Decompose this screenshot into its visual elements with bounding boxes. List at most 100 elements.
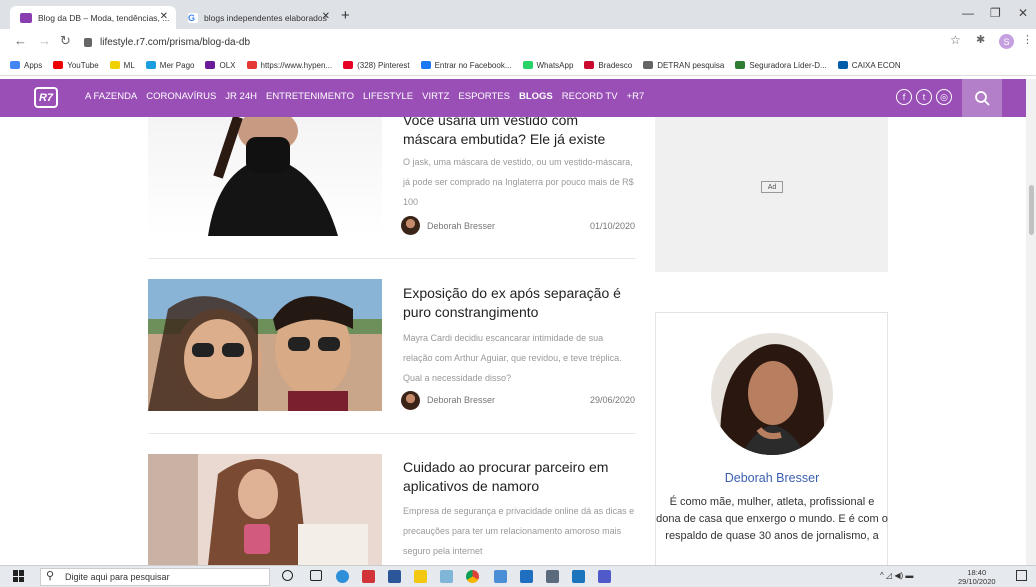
bookmark-item[interactable]: Apps [10,61,42,70]
author-avatar [401,216,420,235]
task-view-icon[interactable] [310,570,322,581]
nav-item[interactable]: A FAZENDA [85,91,137,102]
menu-kebab-icon[interactable]: ⋮ [1022,33,1033,46]
post-thumbnail-mask-dress[interactable] [148,117,382,236]
bookmark-label: CAIXA ECON [851,60,901,70]
teams-icon[interactable] [598,570,611,583]
post-thumbnail-dating-app[interactable] [148,454,382,565]
post-title[interactable]: Exposição do ex após separação é puro co… [403,284,633,322]
bookmark-item[interactable]: OLX [205,61,236,70]
taskbar-search-input[interactable]: Digite aqui para pesquisar [40,568,270,586]
post-author[interactable]: Deborah Bresser [427,221,495,231]
edge-icon[interactable] [336,570,349,583]
page-scrollbar[interactable] [1026,79,1036,565]
paint-icon[interactable] [440,570,453,583]
nav-item[interactable]: JR 24H [225,91,257,102]
address-bar[interactable]: lifestyle.r7.com/prisma/blog-da-db [84,32,934,52]
cortana-icon[interactable] [282,570,293,581]
taskbar-search-text: Digite aqui para pesquisar [65,572,170,582]
close-tab-icon[interactable]: ✕ [322,11,330,22]
site-header: R7 A FAZENDA CORONAVÍRUS JR 24H ENTRETENIME… [0,79,1036,117]
url-text: lifestyle.r7.com/prisma/blog-da-db [100,36,251,48]
close-window-button[interactable]: ✕ [1018,6,1028,20]
windows-taskbar: Digite aqui para pesquisar ⚲ ^ ◿ ◀) ▬ 18… [0,565,1036,587]
profile-avatar[interactable]: S [999,34,1014,49]
nav-item[interactable]: +R7 [627,91,645,102]
scrollbar-thumb[interactable] [1029,185,1034,235]
lock-icon [84,37,92,47]
forward-icon[interactable]: → [38,33,51,48]
post-title[interactable]: Você usaria um vestido com máscara embut… [403,117,633,149]
bookmark-label: DETRAN pesquisa [657,60,725,70]
bookmark-item[interactable]: https://www.hypen... [246,61,332,70]
bookmark-item[interactable]: Seguradora Líder-D... [735,61,827,70]
post-author[interactable]: Deborah Bresser [427,395,495,405]
nav-item[interactable]: CORONAVÍRUS [146,91,216,102]
notifications-icon[interactable] [1016,570,1027,581]
clock-date: 29/10/2020 [958,577,996,586]
post-divider [148,258,636,259]
nav-item[interactable]: ESPORTES [458,91,510,102]
bookmark-star-icon[interactable]: ☆ [950,33,961,47]
extensions-icon[interactable]: ✱ [976,33,985,46]
bookmarks-bar: Apps YouTube ML Mer Pago OLX https://www.hype… [0,55,1036,76]
nav-item[interactable]: ENTRETENIMENTO [266,91,354,102]
back-icon[interactable]: ← [14,33,27,48]
bookmark-favicon-icon [420,61,431,69]
windows-start-icon[interactable] [13,570,25,582]
bookmark-label: Bradesco [598,60,633,70]
r7-logo[interactable]: R7 [34,87,58,108]
system-tray-icons[interactable]: ^ ◿ ◀) ▬ [880,571,913,580]
bookmark-item[interactable]: CAIXA ECON [837,60,901,70]
post-excerpt: Empresa de segurança e privacidade onlin… [403,506,635,556]
new-tab-button[interactable]: + [341,7,350,24]
mail-icon[interactable] [520,570,533,583]
bookmark-item[interactable]: Mer Pago [145,61,194,70]
maximize-window-button[interactable]: ❐ [990,6,1001,20]
post-thumbnail-couple[interactable] [148,279,382,411]
reload-icon[interactable]: ↻ [60,33,71,49]
post-date: 29/06/2020 [589,395,635,405]
bookmark-item[interactable]: (328) Pinterest [343,61,410,70]
post-image [208,117,338,236]
bookmark-favicon-icon [522,61,533,69]
tab-label: Blog da DB – Moda, tendências, ... [38,12,170,23]
bookmark-favicon-icon [246,61,257,69]
search-button[interactable] [962,79,1002,117]
bookmark-favicon-icon [643,61,654,69]
nav-item[interactable]: LIFESTYLE [363,91,413,102]
close-tab-icon[interactable]: ✕ [160,11,168,22]
tab-google-search[interactable]: G blogs independentes elaborados ✕ [178,6,338,29]
chrome-icon[interactable] [466,570,479,583]
author-name[interactable]: Deborah Bresser [656,471,888,485]
browser-toolbar: ← → ↻ lifestyle.r7.com/prisma/blog-da-db… [0,29,1036,55]
bookmark-item[interactable]: YouTube [53,61,99,70]
post-divider [148,433,636,434]
bookmark-item[interactable]: DETRAN pesquisa [643,61,724,70]
tab-label: blogs independentes elaborados [204,12,327,23]
store-icon[interactable] [572,570,585,583]
post-title[interactable]: Cuidado ao procurar parceiro em aplicati… [403,458,633,496]
bookmark-favicon-icon [205,61,216,69]
instagram-icon[interactable]: ◎ [936,89,952,105]
taskbar-clock[interactable]: 18:40 29/10/2020 [958,568,996,586]
tab-blog-da-db[interactable]: Blog da DB – Moda, tendências, ... ✕ [10,6,176,29]
minimize-window-button[interactable]: — [962,6,974,20]
ad-slot[interactable] [655,117,888,272]
nav-item[interactable]: RECORD TV [562,91,618,102]
bookmark-label: WhatsApp [536,60,574,70]
facebook-icon[interactable]: f [896,89,912,105]
messaging-icon[interactable] [494,570,507,583]
main-nav: A FAZENDA CORONAVÍRUS JR 24H ENTRETENIMENTO… [85,91,653,102]
twitter-icon[interactable]: t [916,89,932,105]
bookmark-item[interactable]: WhatsApp [522,60,574,70]
bookmark-item[interactable]: Entrar no Facebook... [420,61,512,70]
nav-item[interactable]: VIRTZ [422,91,449,102]
bookmark-item[interactable]: ML [109,61,135,70]
nav-item[interactable]: BLOGS [519,91,553,102]
calculator-icon[interactable] [546,570,559,583]
acrobat-icon[interactable] [362,570,375,583]
word-icon[interactable] [388,570,401,583]
bookmark-item[interactable]: Bradesco [584,61,632,70]
file-explorer-icon[interactable] [414,570,427,583]
